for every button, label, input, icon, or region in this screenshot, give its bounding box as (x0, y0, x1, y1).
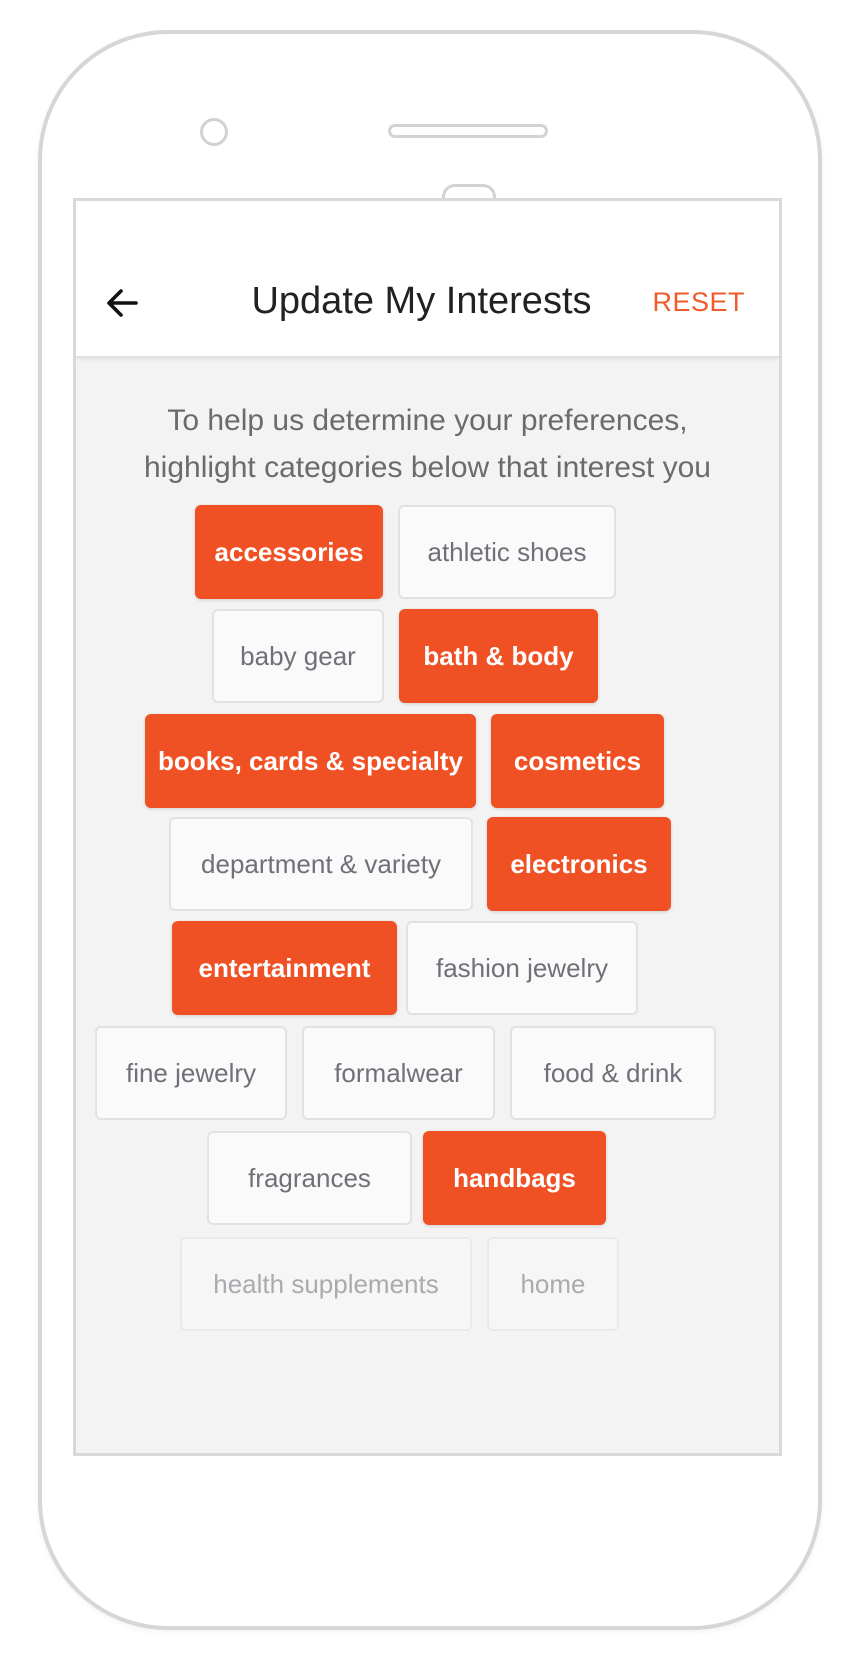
category-chip[interactable]: home (487, 1237, 619, 1331)
instructions-text: To help us determine your preferences, h… (96, 397, 759, 491)
category-chip[interactable]: baby gear (212, 609, 384, 703)
category-chip-label: accessories (214, 536, 364, 567)
reset-button[interactable]: RESET (652, 287, 745, 318)
category-chip[interactable]: athletic shoes (398, 505, 616, 599)
category-chip[interactable]: handbags (423, 1131, 606, 1225)
category-chip[interactable]: entertainment (172, 921, 397, 1015)
earpiece-speaker (388, 124, 548, 138)
category-chip[interactable]: fashion jewelry (406, 921, 638, 1015)
category-chip[interactable]: electronics (487, 817, 671, 911)
category-chip[interactable]: department & variety (169, 817, 473, 911)
category-chip[interactable]: formalwear (302, 1026, 495, 1120)
instructions-line-1: To help us determine your preferences, (167, 404, 688, 437)
category-chip-label: fine jewelry (125, 1057, 257, 1088)
category-chip[interactable]: bath & body (399, 609, 598, 703)
category-chip-label: health supplements (213, 1268, 439, 1299)
category-chip-label: athletic shoes (427, 536, 587, 567)
category-chip[interactable]: fine jewelry (95, 1026, 287, 1120)
category-chip[interactable]: food & drink (510, 1026, 716, 1120)
category-chip-label: electronics (510, 848, 648, 879)
category-chip[interactable]: fragrances (207, 1131, 412, 1225)
category-chip-label: fashion jewelry (436, 952, 608, 983)
category-chip-label: department & variety (201, 848, 441, 879)
category-chip-label: baby gear (240, 640, 356, 671)
instructions-line-2: highlight categories below that interest… (143, 451, 711, 484)
category-chip-label: food & drink (543, 1057, 683, 1088)
category-chip-label: books, cards & specialty (158, 745, 463, 776)
category-chip-label: formalwear (334, 1057, 463, 1088)
app-bar: Update My Interests RESET (76, 201, 779, 358)
front-camera (200, 118, 228, 146)
category-chip[interactable]: books, cards & specialty (145, 714, 476, 808)
category-chip-label: cosmetics (513, 745, 642, 776)
category-chip-label: home (520, 1268, 586, 1299)
category-chip[interactable]: health supplements (180, 1237, 472, 1331)
category-chip-label: bath & body (423, 640, 574, 671)
category-chip-label: handbags (453, 1162, 576, 1193)
category-chip-label: fragrances (248, 1162, 371, 1193)
category-chip-label: entertainment (198, 952, 371, 983)
app-screen: Update My Interests RESET To help us det… (73, 198, 782, 1456)
category-chip[interactable]: accessories (195, 505, 383, 599)
category-chip[interactable]: cosmetics (491, 714, 664, 808)
